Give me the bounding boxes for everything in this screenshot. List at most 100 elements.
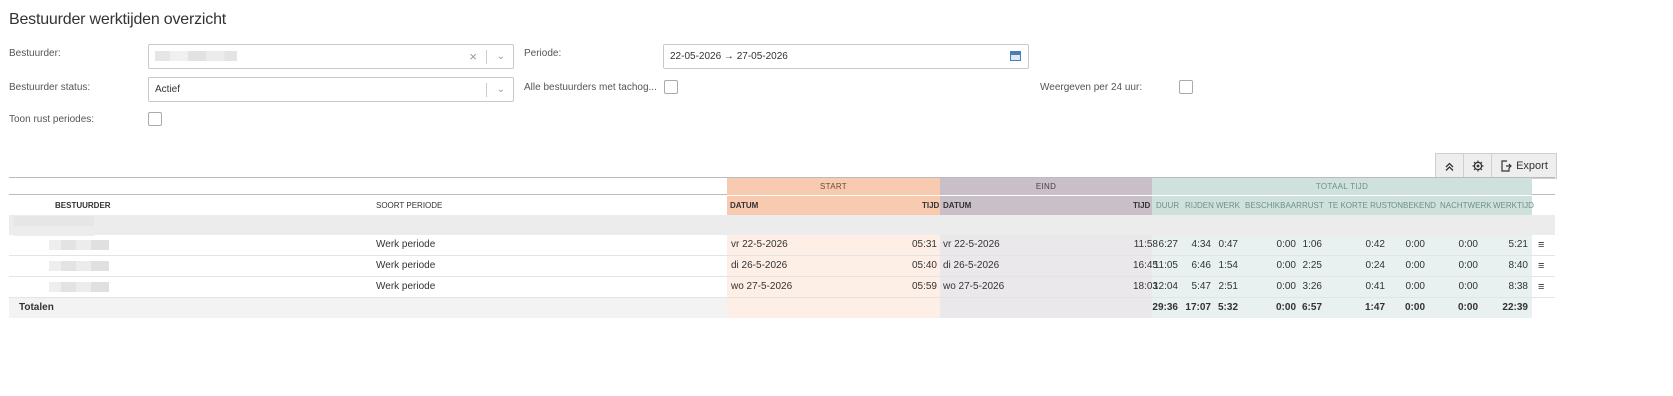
- eind-band: EIND: [940, 178, 1152, 195]
- cell-rust: 3:26: [1302, 281, 1322, 292]
- status-value: Actief: [155, 84, 181, 95]
- cell-te-korte-rust: 0:42: [1365, 239, 1385, 250]
- chevron-down-icon[interactable]: ⌄: [497, 78, 505, 101]
- header-eind-tijd[interactable]: TIJD: [1133, 196, 1150, 215]
- selected-driver-redacted: [155, 51, 237, 62]
- cell-werktijd: 8:38: [1508, 281, 1528, 292]
- select-separator: [486, 50, 487, 64]
- header-werk[interactable]: WERK: [1216, 196, 1240, 215]
- cell-eind-datum: di 26-5-2026: [943, 260, 1000, 271]
- cell-rijden: 6:46: [1191, 260, 1211, 271]
- cell-nachtwerk: 0:00: [1458, 260, 1478, 271]
- page-title: Bestuurder werktijden overzicht: [9, 11, 227, 28]
- cell-beschikbaar: 0:00: [1276, 239, 1296, 250]
- header-bestuurder[interactable]: BESTUURDER: [55, 196, 111, 215]
- header-eind-datum[interactable]: DATUM: [943, 196, 971, 215]
- cell-nachtwerk: 0:00: [1458, 239, 1478, 250]
- header-onbekend[interactable]: ONBEKEND: [1391, 196, 1436, 215]
- cell-beschikbaar: 0:00: [1276, 281, 1296, 292]
- cell-duur: 12:04: [1152, 281, 1178, 292]
- cell-rust: 2:25: [1302, 260, 1322, 271]
- clear-icon[interactable]: ×: [469, 45, 477, 68]
- cell-eind-datum: wo 27-5-2026: [943, 281, 1005, 292]
- cell-start-datum: wo 27-5-2026: [731, 281, 793, 292]
- status-label: Bestuurder status:: [9, 82, 91, 93]
- rust-checkbox[interactable]: [148, 112, 162, 126]
- cell-soort: Werk periode: [376, 239, 436, 250]
- bestuurder-label: Bestuurder:: [9, 48, 61, 59]
- header-start-tijd[interactable]: TIJD: [922, 196, 939, 215]
- header-rust[interactable]: RUST: [1302, 196, 1324, 215]
- table-row[interactable]: Werk periode vr 22-5-2026 05:31 vr 22-5-…: [9, 235, 1555, 255]
- settings-button[interactable]: [1464, 154, 1492, 178]
- driver-name-redacted: [49, 240, 109, 250]
- header-start-datum[interactable]: DATUM: [730, 196, 758, 215]
- header-soort-periode[interactable]: SOORT PERIODE: [376, 196, 442, 215]
- tachograaf-checkbox[interactable]: [664, 80, 678, 94]
- driver-name-redacted: [49, 282, 109, 292]
- cell-start-tijd: 05:40: [911, 260, 937, 271]
- cell-start-datum: vr 22-5-2026: [731, 239, 788, 250]
- cell-nachtwerk: 0:00: [1458, 281, 1478, 292]
- header-te-korte-rust[interactable]: TE KORTE RUST: [1328, 196, 1392, 215]
- totals-label: Totalen: [19, 302, 54, 313]
- total-onbekend: 0:00: [1404, 302, 1425, 313]
- cell-te-korte-rust: 0:41: [1365, 281, 1385, 292]
- cell-werktijd: 5:21: [1508, 239, 1528, 250]
- totals-row: Totalen 29:36 17:07 5:32 0:00 6:57 1:47 …: [9, 298, 1555, 318]
- header-rijden[interactable]: RIJDEN: [1185, 196, 1214, 215]
- table-toolbar: Export: [1435, 153, 1557, 179]
- row-menu-icon[interactable]: ≡: [1538, 277, 1544, 297]
- cell-soort: Werk periode: [376, 281, 436, 292]
- total-beschikbaar: 0:00: [1275, 302, 1296, 313]
- gear-icon: [1472, 160, 1483, 172]
- totaal-band: TOTAAL TIJD: [1152, 178, 1532, 195]
- total-nachtwerk: 0:00: [1457, 302, 1478, 313]
- group-driver-redacted: [14, 216, 94, 236]
- rust-label: Toon rust periodes:: [9, 114, 95, 125]
- status-select[interactable]: Actief ⌄: [148, 77, 514, 102]
- start-band: START: [727, 178, 940, 195]
- header-duur[interactable]: DUUR: [1156, 196, 1179, 215]
- collapse-button[interactable]: [1436, 154, 1464, 178]
- tachograaf-label: Alle bestuurders met tachog...: [524, 82, 657, 93]
- total-duur: 29:36: [1152, 302, 1178, 313]
- cell-soort: Werk periode: [376, 260, 436, 271]
- header-nachtwerk[interactable]: NACHTWERK: [1440, 196, 1492, 215]
- export-icon: [1501, 160, 1512, 172]
- table-row[interactable]: Werk periode di 26-5-2026 05:40 di 26-5-…: [9, 256, 1555, 276]
- cell-onbekend: 0:00: [1405, 281, 1425, 292]
- group-row: [9, 215, 1555, 235]
- cell-onbekend: 0:00: [1405, 239, 1425, 250]
- row-menu-icon[interactable]: ≡: [1538, 235, 1544, 255]
- table-row[interactable]: Werk periode wo 27-5-2026 05:59 wo 27-5-…: [9, 277, 1555, 297]
- export-button[interactable]: Export: [1492, 154, 1556, 178]
- periode-label: Periode:: [524, 48, 562, 59]
- chevron-down-icon[interactable]: ⌄: [497, 45, 505, 68]
- cell-eind-datum: vr 22-5-2026: [943, 239, 1000, 250]
- select-separator: [486, 83, 487, 97]
- cell-werk: 0:47: [1218, 239, 1238, 250]
- calendar-icon[interactable]: [1010, 51, 1021, 61]
- per24-checkbox[interactable]: [1179, 80, 1193, 94]
- periode-value: 22-05-2026 → 27-05-2026: [670, 51, 788, 62]
- export-label: Export: [1516, 160, 1548, 172]
- bestuurder-select[interactable]: × ⌄: [148, 44, 514, 69]
- total-rijden: 17:07: [1185, 302, 1211, 313]
- driver-name-redacted: [49, 261, 109, 271]
- total-te-korte-rust: 1:47: [1364, 302, 1385, 313]
- header-werktijd[interactable]: WERKTIJD: [1493, 196, 1534, 215]
- cell-duur: 6:27: [1158, 239, 1178, 250]
- periode-date-range[interactable]: 22-05-2026 → 27-05-2026: [663, 44, 1029, 69]
- total-rust: 6:57: [1301, 302, 1322, 313]
- header-beschikbaar[interactable]: BESCHIKBAAR: [1245, 196, 1302, 215]
- cell-rijden: 4:34: [1191, 239, 1211, 250]
- per24-label: Weergeven per 24 uur:: [1040, 82, 1143, 93]
- total-werktijd: 22:39: [1502, 302, 1528, 313]
- cell-start-tijd: 05:59: [911, 281, 937, 292]
- cell-werk: 2:51: [1218, 281, 1238, 292]
- row-menu-icon[interactable]: ≡: [1538, 256, 1544, 276]
- column-headers: BESTUURDER SOORT PERIODE DATUM TIJD DATU…: [0, 196, 1673, 215]
- cell-werktijd: 8:40: [1508, 260, 1528, 271]
- cell-rijden: 5:47: [1191, 281, 1211, 292]
